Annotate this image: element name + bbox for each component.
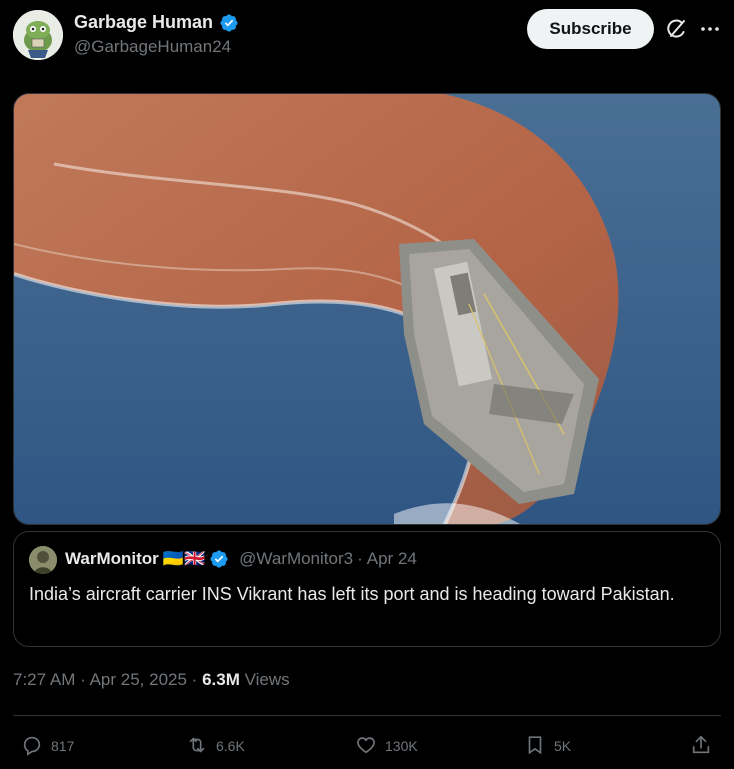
meta-separator: · (191, 670, 198, 689)
tweet-time[interactable]: 7:27 AM (13, 670, 75, 689)
share-button[interactable] (690, 730, 712, 762)
like-button[interactable]: 130K (355, 730, 418, 762)
quoted-text: India’s aircraft carrier INS Vikrant has… (29, 584, 675, 604)
like-icon (355, 734, 377, 759)
bookmark-icon (524, 734, 546, 759)
views-count: 6.3M (202, 670, 240, 689)
repost-count: 6.6K (216, 738, 245, 754)
meta-separator: · (80, 670, 86, 689)
quoted-display-name[interactable]: WarMonitor (65, 549, 159, 569)
quoted-name-row: WarMonitor 🇺🇦🇬🇧 @WarMonitor3 · Apr 24 (65, 549, 417, 569)
bookmark-count: 5K (554, 738, 572, 754)
reply-icon (21, 734, 43, 759)
divider (13, 715, 721, 716)
verified-badge-icon (209, 549, 229, 569)
reply-count: 817 (51, 738, 75, 754)
like-count: 130K (385, 738, 418, 754)
author-display-name[interactable]: Garbage Human (74, 12, 213, 33)
quoted-flags: 🇺🇦🇬🇧 (162, 549, 206, 568)
tweet-header: Garbage Human @GarbageHuman24 Subscribe (13, 8, 723, 64)
share-icon (690, 734, 712, 759)
tweet-media-image[interactable] (13, 93, 721, 525)
grok-icon[interactable] (665, 17, 689, 41)
quoted-tweet[interactable]: WarMonitor 🇺🇦🇬🇧 @WarMonitor3 · Apr 24 In… (13, 531, 721, 647)
tweet-date[interactable]: Apr 25, 2025 (90, 670, 187, 689)
quoted-date[interactable]: Apr 24 (367, 549, 417, 569)
quoted-author-avatar[interactable] (29, 546, 57, 574)
author-name-row: Garbage Human (74, 12, 239, 33)
subscribe-button[interactable]: Subscribe (527, 9, 654, 49)
repost-icon (186, 734, 208, 759)
more-icon[interactable] (698, 17, 722, 41)
reply-button[interactable]: 817 (21, 730, 74, 762)
views-label: Views (244, 670, 290, 689)
author-avatar[interactable] (13, 10, 63, 60)
bookmark-button[interactable]: 5K (524, 730, 571, 762)
repost-button[interactable]: 6.6K (186, 730, 245, 762)
author-handle[interactable]: @GarbageHuman24 (74, 37, 231, 57)
quoted-handle: @WarMonitor3 (239, 549, 354, 568)
quoted-separator: · (357, 549, 363, 568)
tweet-meta: 7:27 AM · Apr 25, 2025 · 6.3M Views (13, 670, 290, 690)
action-bar: 817 6.6K 130K 5K (13, 730, 721, 762)
verified-badge-icon[interactable] (219, 13, 239, 33)
